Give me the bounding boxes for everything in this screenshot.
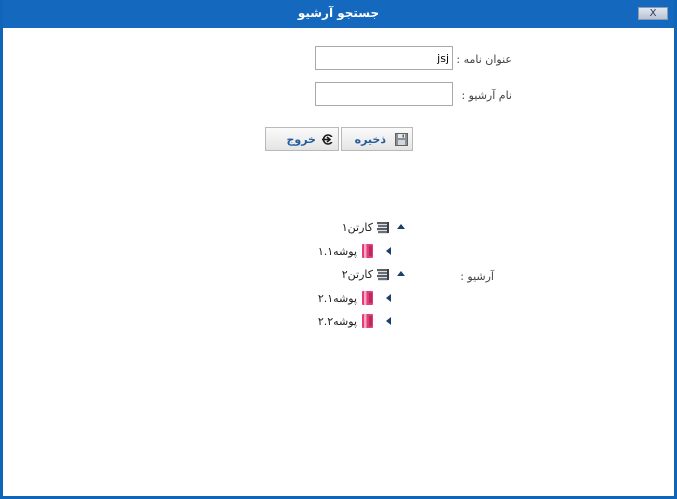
tree-node-label: پوشه۱.۱ — [317, 245, 357, 258]
folder-binder-icon — [361, 313, 375, 332]
letter-title-input[interactable] — [315, 46, 453, 70]
close-button[interactable]: X — [638, 7, 668, 20]
tree-node-folder-1-1[interactable]: پوشه۱.۱ — [303, 243, 395, 261]
expand-toggle-icon[interactable] — [397, 271, 405, 276]
tree-node-folder-2-1[interactable]: پوشه۲.۱ — [303, 290, 395, 308]
tree-node-label: کارتن۱ — [341, 221, 373, 234]
archive-tree-label: آرشیو : — [460, 270, 494, 283]
carton-stack-icon — [375, 266, 391, 285]
folder-binder-icon — [361, 290, 375, 309]
collapsed-toggle-icon[interactable] — [386, 294, 391, 302]
save-button-label: ذخیره — [354, 133, 386, 146]
exit-door-icon — [321, 133, 334, 149]
carton-stack-icon — [375, 219, 391, 238]
dialog-title: جستجو آرشیو — [297, 6, 380, 20]
tree-node-label: کارتن۲ — [341, 268, 373, 281]
expand-toggle-icon[interactable] — [397, 224, 405, 229]
archive-name-input[interactable] — [315, 82, 453, 106]
floppy-disk-icon — [395, 133, 408, 149]
title-bar: جستجو آرشیو X — [3, 0, 674, 28]
save-button[interactable]: ذخیره — [341, 127, 413, 151]
letter-title-label: عنوان نامه : — [456, 53, 512, 66]
collapsed-toggle-icon[interactable] — [386, 247, 391, 255]
folder-binder-icon — [361, 243, 375, 262]
tree-node-label: پوشه۲.۱ — [317, 292, 357, 305]
tree-node-carton-2[interactable]: کارتن۲ — [303, 266, 413, 284]
search-archive-dialog: جستجو آرشیو X عنوان نامه : نام آرشیو : ذ… — [0, 0, 677, 499]
collapsed-toggle-icon[interactable] — [386, 317, 391, 325]
tree-node-label: پوشه۲.۲ — [317, 315, 357, 328]
archive-name-label: نام آرشیو : — [461, 89, 512, 102]
exit-button-label: خروج — [286, 133, 316, 146]
tree-node-carton-1[interactable]: کارتن۱ — [303, 219, 413, 237]
exit-button[interactable]: خروج — [265, 127, 339, 151]
tree-node-folder-2-2[interactable]: پوشه۲.۲ — [303, 313, 395, 331]
